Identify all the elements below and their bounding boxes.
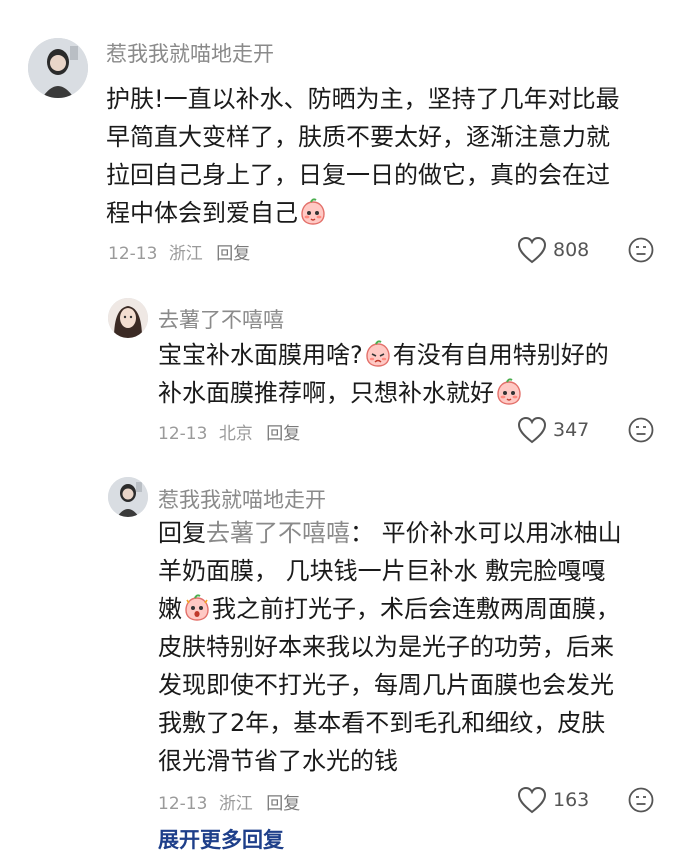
sad-peach-emoji-icon xyxy=(366,340,390,367)
shy-peach-emoji-icon xyxy=(301,198,325,225)
comment-meta: 12-13 浙江 回复 xyxy=(158,789,300,814)
comment-line: 嫩 xyxy=(158,595,182,623)
comment-text: 护肤!一直以补水、防晒为主，坚持了几年对比最 早简直大变样了，肤质不要太好，逐渐… xyxy=(106,80,620,232)
comment-line: 羊奶面膜， 几块钱一片巨补水 敷完脸嘎嘎 xyxy=(158,557,606,585)
comment-text: 宝宝补水面膜用啥? 有没有自用特别好的 补水面膜推荐啊，只想补水就好 xyxy=(158,336,609,412)
reply-button[interactable]: 回复 xyxy=(266,794,300,814)
like-button[interactable]: 347 xyxy=(517,416,589,444)
reply-button[interactable]: 回复 xyxy=(216,244,250,264)
comment-line: 有没有自用特别好的 xyxy=(392,341,609,369)
shy-peach-emoji-icon xyxy=(497,378,521,405)
username[interactable]: 惹我我就喵地走开 xyxy=(106,38,274,68)
comment-line: 宝宝补水面膜用啥? xyxy=(158,341,363,369)
heart-icon xyxy=(517,236,547,264)
comment-line: 我敷了2年，基本看不到毛孔和细纹，皮肤 xyxy=(158,709,606,737)
comment-date: 12-13 xyxy=(158,794,208,814)
comment-text: 回复去薯了不嘻嘻： 平价补水可以用冰柚山 羊奶面膜， 几块钱一片巨补水 敷完脸嘎… xyxy=(158,514,622,780)
comment-line: 早简直大变样了，肤质不要太好，逐渐注意力就 xyxy=(106,123,610,151)
comment-line: 皮肤特别好本来我以为是光子的功劳，后来 xyxy=(158,633,614,661)
reply-button[interactable]: 回复 xyxy=(266,424,300,444)
like-button[interactable]: 808 xyxy=(517,236,589,264)
username[interactable]: 去薯了不嘻嘻 xyxy=(158,304,284,334)
heart-icon xyxy=(517,786,547,814)
comment-meta: 12-13 北京 回复 xyxy=(158,419,300,444)
comment-line: 补水面膜推荐啊，只想补水就好 xyxy=(158,379,494,407)
dislike-face-icon[interactable] xyxy=(628,417,654,443)
comment-location: 浙江 xyxy=(218,794,253,814)
comment-date: 12-13 xyxy=(108,244,158,264)
like-count: 347 xyxy=(553,419,590,441)
comment-line: 我之前打光子，术后会连敷两周面膜， xyxy=(212,595,620,623)
surprised-peach-emoji-icon xyxy=(185,594,209,621)
dislike-face-icon[interactable] xyxy=(628,237,654,263)
reply-prefix: 回复 xyxy=(158,519,206,547)
mention-link[interactable]: 去薯了不嘻嘻 xyxy=(206,519,350,547)
heart-icon xyxy=(517,416,547,444)
comment-line: 很光滑节省了水光的钱 xyxy=(158,747,398,775)
username[interactable]: 惹我我就喵地走开 xyxy=(158,484,326,514)
avatar[interactable] xyxy=(108,298,148,338)
like-count: 808 xyxy=(553,239,590,261)
comment-line: 护肤!一直以补水、防晒为主，坚持了几年对比最 xyxy=(106,85,620,113)
comment-meta: 12-13 浙江 回复 xyxy=(108,239,250,264)
comment-line: 发现即使不打光子，每周几片面膜也会发光 xyxy=(158,671,614,699)
comment-line: ： 平价补水可以用冰柚山 xyxy=(350,519,622,547)
avatar[interactable] xyxy=(108,477,148,517)
like-count: 163 xyxy=(553,789,590,811)
comment-line: 程中体会到爱自己 xyxy=(106,199,298,227)
like-button[interactable]: 163 xyxy=(517,786,589,814)
comment-date: 12-13 xyxy=(158,424,208,444)
comment-location: 北京 xyxy=(218,424,253,444)
dislike-face-icon[interactable] xyxy=(628,787,654,813)
comment-line: 拉回自己身上了，日复一日的做它，真的会在过 xyxy=(106,161,610,189)
avatar[interactable] xyxy=(28,38,88,98)
comment-location: 浙江 xyxy=(168,244,203,264)
expand-more-replies-button[interactable]: 展开更多回复 xyxy=(158,824,284,854)
